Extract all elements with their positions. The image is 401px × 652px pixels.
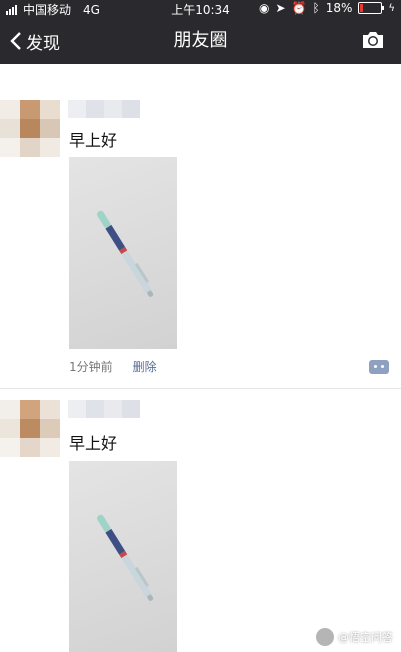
post-meta: 1分钟前 删除 <box>69 358 157 375</box>
watermark: @悟空问答 <box>316 628 393 646</box>
location-icon: ➤ <box>275 1 286 15</box>
moment-post: 早上好 <box>0 390 401 652</box>
watermark-text: @悟空问答 <box>338 631 393 644</box>
pen-image <box>97 514 154 601</box>
post-text: 早上好 <box>69 434 118 453</box>
delete-link[interactable]: 删除 <box>133 358 157 375</box>
battery-icon <box>358 2 385 14</box>
moment-post: 早上好 1分钟前 删除 <box>0 64 401 390</box>
bluetooth-icon: ᛒ <box>312 1 320 15</box>
comment-button[interactable] <box>369 360 389 374</box>
avatar[interactable] <box>0 100 60 157</box>
pen-image <box>97 210 154 297</box>
nickname-blurred[interactable] <box>68 400 140 418</box>
nav-bar: 发现 朋友圈 <box>0 18 401 64</box>
rotation-lock-icon: ◉ <box>259 1 270 15</box>
camera-button[interactable] <box>361 30 385 54</box>
post-image[interactable] <box>69 157 177 349</box>
camera-icon <box>363 32 383 48</box>
nickname-blurred[interactable] <box>68 100 140 118</box>
status-right: ◉ ➤ ⏰ ᛒ 18% ϟ <box>259 1 395 15</box>
avatar[interactable] <box>0 400 60 457</box>
post-divider <box>0 388 401 389</box>
watermark-logo-icon <box>316 628 334 646</box>
post-image[interactable] <box>69 461 177 652</box>
page-title: 朋友圈 <box>173 30 228 51</box>
battery-percent: 18% <box>325 1 353 15</box>
post-text: 早上好 <box>69 131 118 150</box>
alarm-icon: ⏰ <box>291 1 307 15</box>
status-bar: 中国移动 4G 上午10:34 ◉ ➤ ⏰ ᛒ 18% ϟ <box>0 0 401 18</box>
charging-icon: ϟ <box>388 2 395 14</box>
post-time: 1分钟前 <box>69 360 113 374</box>
